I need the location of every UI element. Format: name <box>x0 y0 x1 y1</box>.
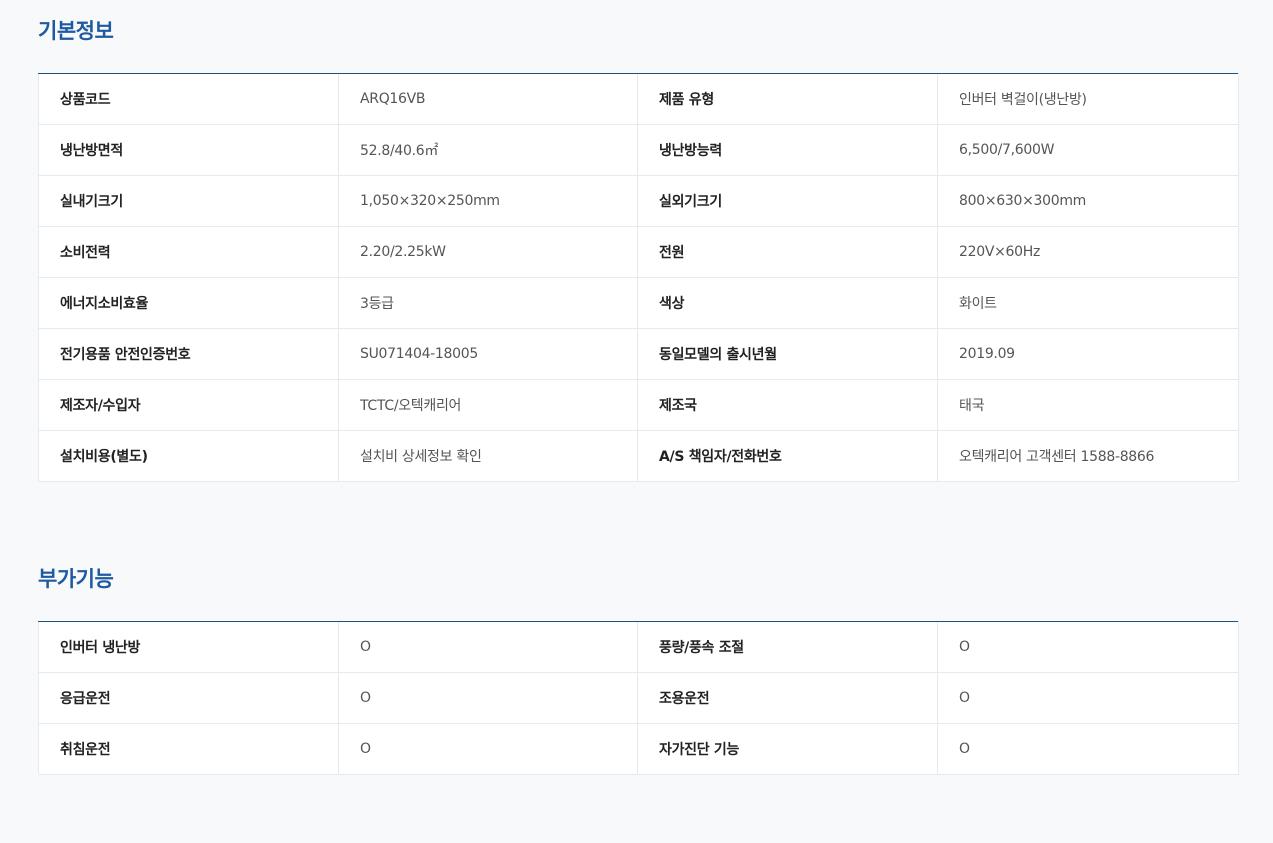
feature-label: 취침운전 <box>38 723 339 775</box>
spec-value: 220V×60Hz <box>937 226 1239 278</box>
spec-label: 전기용품 안전인증번호 <box>38 328 339 380</box>
feature-label: 응급운전 <box>38 672 339 724</box>
spec-label: 설치비용(별도) <box>38 430 339 482</box>
table-row: 소비전력 2.20/2.25kW 전원 220V×60Hz <box>38 226 1239 278</box>
table-row: 전기용품 안전인증번호 SU071404-18005 동일모델의 출시년월 20… <box>38 328 1239 380</box>
feature-value: O <box>338 723 638 775</box>
table-row: 제조자/수입자 TCTC/오텍캐리어 제조국 태국 <box>38 379 1239 431</box>
feature-value: O <box>937 672 1239 724</box>
feature-value: O <box>338 621 638 673</box>
feature-label: 자가진단 기능 <box>637 723 938 775</box>
spec-label: 제조국 <box>637 379 938 431</box>
table-row: 응급운전 O 조용운전 O <box>38 672 1239 724</box>
spec-value: TCTC/오텍캐리어 <box>338 379 638 431</box>
feature-label: 인버터 냉난방 <box>38 621 339 673</box>
table-row: 취침운전 O 자가진단 기능 O <box>38 723 1239 775</box>
spec-value: ARQ16VB <box>338 73 638 125</box>
spec-value: 태국 <box>937 379 1239 431</box>
spec-label: 실내기크기 <box>38 175 339 227</box>
feature-value: O <box>937 621 1239 673</box>
table-row: 상품코드 ARQ16VB 제품 유형 인버터 벽걸이(냉난방) <box>38 73 1239 125</box>
spec-value: 화이트 <box>937 277 1239 329</box>
spec-label: A/S 책임자/전화번호 <box>637 430 938 482</box>
feature-label: 풍량/풍속 조절 <box>637 621 938 673</box>
spec-value: 3등급 <box>338 277 638 329</box>
spec-label: 상품코드 <box>38 73 339 125</box>
feature-value: O <box>338 672 638 724</box>
table-row: 설치비용(별도) 설치비 상세정보 확인 A/S 책임자/전화번호 오텍캐리어 … <box>38 430 1239 482</box>
spec-value: 6,500/7,600W <box>937 124 1239 176</box>
spec-label: 색상 <box>637 277 938 329</box>
installation-cost-info: 설치비 상세정보 확인 <box>338 430 638 482</box>
spec-value: 52.8/40.6㎡ <box>338 124 638 176</box>
spec-label: 제품 유형 <box>637 73 938 125</box>
spec-label: 실외기크기 <box>637 175 938 227</box>
spec-value: 800×630×300mm <box>937 175 1239 227</box>
basic-info-table: 상품코드 ARQ16VB 제품 유형 인버터 벽걸이(냉난방) 냉난방면적 52… <box>38 73 1239 482</box>
spec-value: 오텍캐리어 고객센터 1588-8866 <box>937 430 1239 482</box>
table-row: 인버터 냉난방 O 풍량/풍속 조절 O <box>38 621 1239 673</box>
spec-label: 전원 <box>637 226 938 278</box>
extra-features-table: 인버터 냉난방 O 풍량/풍속 조절 O 응급운전 O 조용운전 O 취침운전 … <box>38 621 1239 775</box>
spec-value: 2.20/2.25kW <box>338 226 638 278</box>
table-row: 에너지소비효율 3등급 색상 화이트 <box>38 277 1239 329</box>
spec-label: 에너지소비효율 <box>38 277 339 329</box>
spec-label: 동일모델의 출시년월 <box>637 328 938 380</box>
feature-value: O <box>937 723 1239 775</box>
basic-info-title: 기본정보 <box>38 19 114 43</box>
spec-label: 제조자/수입자 <box>38 379 339 431</box>
feature-label: 조용운전 <box>637 672 938 724</box>
spec-value: 1,050×320×250mm <box>338 175 638 227</box>
table-row: 실내기크기 1,050×320×250mm 실외기크기 800×630×300m… <box>38 175 1239 227</box>
spec-value: 2019.09 <box>937 328 1239 380</box>
spec-value: 인버터 벽걸이(냉난방) <box>937 73 1239 125</box>
spec-label: 소비전력 <box>38 226 339 278</box>
table-row: 냉난방면적 52.8/40.6㎡ 냉난방능력 6,500/7,600W <box>38 124 1239 176</box>
spec-label: 냉난방능력 <box>637 124 938 176</box>
spec-value: SU071404-18005 <box>338 328 638 380</box>
spec-label: 냉난방면적 <box>38 124 339 176</box>
extra-features-title: 부가기능 <box>38 567 114 591</box>
